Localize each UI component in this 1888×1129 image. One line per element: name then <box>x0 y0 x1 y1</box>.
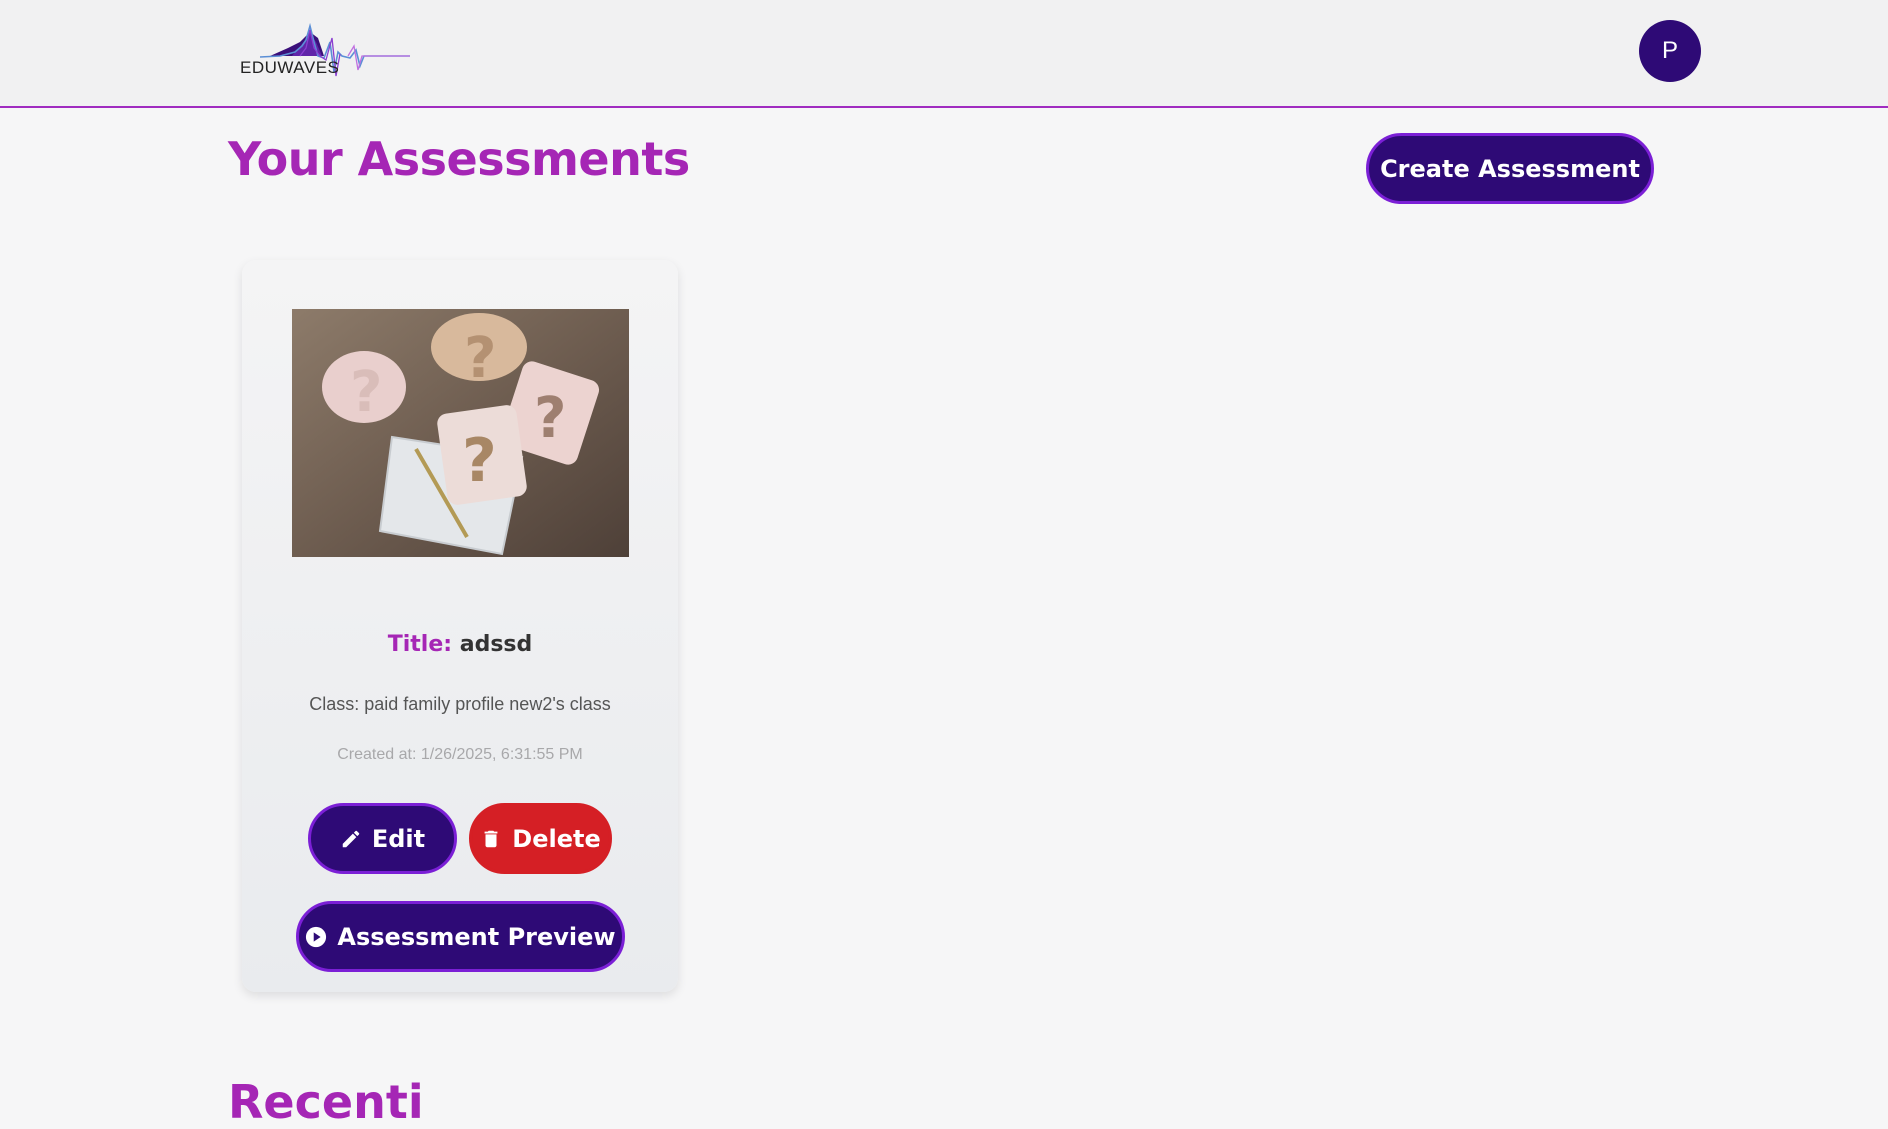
user-avatar[interactable]: P <box>1639 20 1701 82</box>
assessment-preview-button[interactable]: Assessment Preview <box>296 901 625 972</box>
logo-text: EDUWAVES <box>240 58 340 77</box>
preview-label: Assessment Preview <box>337 922 616 951</box>
delete-label: Delete <box>512 824 601 853</box>
assessment-card: ? ? ? ? Title: adssd Class: paid family … <box>242 260 678 992</box>
assessment-title: Title: adssd <box>242 632 678 657</box>
title-value: adssd <box>459 632 533 657</box>
page-title: Your Assessments <box>228 132 690 186</box>
assessment-thumbnail-image: ? ? ? ? <box>292 309 629 557</box>
delete-button[interactable]: Delete <box>469 803 612 874</box>
next-section-heading: Recenti <box>228 1075 424 1129</box>
edit-button[interactable]: Edit <box>308 803 457 874</box>
pencil-icon <box>342 830 360 847</box>
svg-text:?: ? <box>464 326 496 391</box>
svg-text:?: ? <box>350 360 382 425</box>
top-navbar: EDUWAVES P <box>0 0 1888 108</box>
trash-icon <box>484 830 498 847</box>
edit-label: Edit <box>371 824 426 853</box>
assessment-class: Class: paid family profile new2's class <box>309 694 611 714</box>
eduwaves-logo[interactable]: EDUWAVES <box>240 12 410 86</box>
svg-text:?: ? <box>462 426 497 496</box>
create-assessment-button[interactable]: Create Assessment <box>1366 133 1654 204</box>
play-circle-icon <box>306 926 327 947</box>
assessment-created-at: Created at: 1/26/2025, 6:31:55 PM <box>337 746 583 763</box>
title-label: Title: <box>387 632 453 657</box>
svg-text:?: ? <box>534 386 566 451</box>
